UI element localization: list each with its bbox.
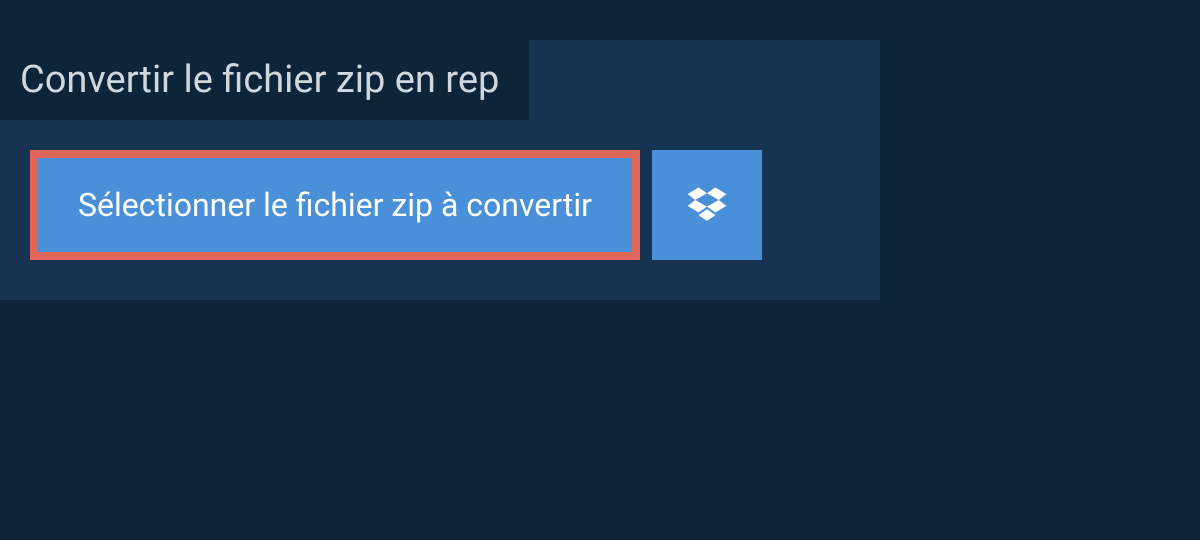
dropbox-button[interactable] [652,150,762,260]
page-title: Convertir le fichier zip en rep [20,58,499,102]
converter-panel: Convertir le fichier zip en rep Sélectio… [0,40,880,300]
select-file-button[interactable]: Sélectionner le fichier zip à convertir [30,150,640,260]
button-row: Sélectionner le fichier zip à convertir [0,120,880,260]
dropbox-icon [686,184,728,226]
select-file-button-label: Sélectionner le fichier zip à convertir [78,186,592,224]
title-bar: Convertir le fichier zip en rep [0,40,529,120]
